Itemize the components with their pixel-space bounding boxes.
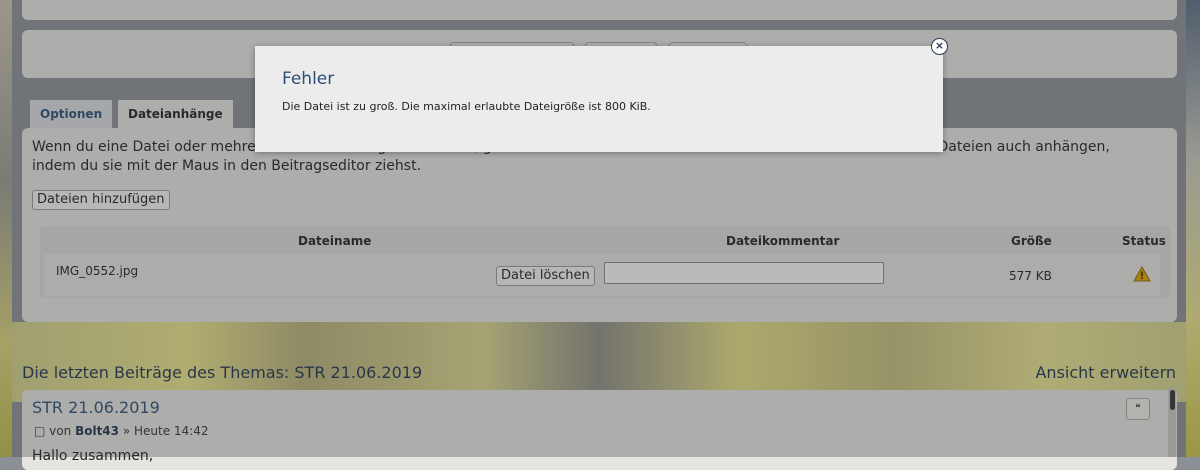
error-dialog: Fehler Die Datei ist zu groß. Die maxima… <box>255 46 943 152</box>
dialog-message: Die Datei ist zu groß. Die maximal erlau… <box>282 100 651 113</box>
close-icon[interactable]: × <box>931 38 948 55</box>
dialog-title: Fehler <box>282 69 335 89</box>
